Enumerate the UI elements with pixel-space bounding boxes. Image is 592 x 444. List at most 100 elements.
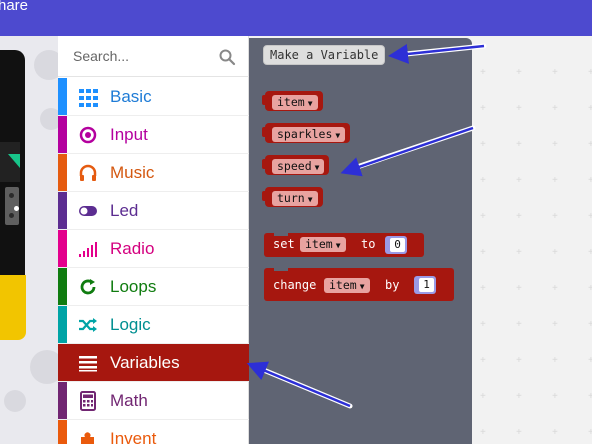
grid-plus-mark: + [552,355,558,366]
category-label: Loops [110,277,157,296]
grid-plus-mark: + [516,283,522,294]
category-list: Basic Input Music Led Radio Loops Logic Variabl… [58,78,249,444]
grid-plus-mark: + [516,427,522,438]
dropdown-arrow-icon: ▼ [314,163,320,172]
grid-plus-mark: + [480,103,486,114]
grid-plus-mark: + [552,427,558,438]
background-decoration [34,50,58,80]
category-label: Logic [110,315,151,334]
category-variables[interactable]: Variables [58,344,249,382]
grid-plus-mark: + [552,391,558,402]
search-icon[interactable] [218,48,236,66]
variable-dropdown[interactable]: sparkles ▼ [272,127,346,142]
grid-plus-mark: + [516,355,522,366]
grid-plus-mark: + [552,67,558,78]
board-led [14,206,19,211]
grid-plus-mark: + [552,103,558,114]
grid-plus-mark: + [552,247,558,258]
variable-block-turn[interactable]: turn ▼ [262,187,323,207]
search-input[interactable]: Search... [73,48,129,64]
loop-arrow-icon [78,277,98,297]
grid-plus-mark: + [588,355,592,366]
category-input[interactable]: Input [58,116,249,154]
variable-dropdown[interactable]: item ▼ [324,278,370,293]
board-logo [8,154,20,168]
circle-dot-icon [78,125,98,145]
puzzle-icon [78,429,98,444]
grid-plus-mark: + [516,211,522,222]
category-label: Invent [110,429,157,444]
grid-plus-mark: + [516,175,522,186]
category-color-bar [58,382,67,419]
category-color-bar [58,78,67,115]
make-variable-button[interactable]: Make a Variable [263,45,386,65]
category-music[interactable]: Music [58,154,249,192]
grid-plus-mark: + [480,247,486,258]
number-input[interactable]: 1 [419,278,434,292]
category-loops[interactable]: Loops [58,268,249,306]
dropdown-arrow-icon: ▼ [307,99,313,108]
category-basic[interactable]: Basic [58,78,249,116]
grid-plus-mark: + [552,139,558,150]
variable-dropdown[interactable]: speed ▼ [272,159,325,174]
top-bar: hare [0,0,592,36]
grid-plus-mark: + [588,427,592,438]
microbit-board[interactable]: ND [0,50,26,340]
variable-dropdown[interactable]: item ▼ [272,95,318,110]
variable-block-sparkles[interactable]: sparkles ▼ [262,123,351,143]
set-keyword: set [273,237,295,251]
change-variable-block[interactable]: change item ▼ by 1 [264,268,454,301]
grid-plus-mark: + [552,175,558,186]
number-input[interactable]: 0 [390,238,405,252]
grid-plus-mark: + [588,319,592,330]
calculator-icon [78,391,98,411]
headphones-icon [78,163,98,183]
simulator-panel: ND [0,36,58,444]
grid-plus-mark: + [588,175,592,186]
grid-plus-mark: + [552,319,558,330]
share-button-label[interactable]: hare [0,0,28,14]
grid-plus-mark: + [588,391,592,402]
list-lines-icon [78,353,98,373]
grid-plus-mark: + [588,283,592,294]
dropdown-arrow-icon: ▼ [335,131,341,140]
to-keyword: to [361,237,376,251]
number-input-wrap: 0 [385,236,407,254]
variable-block-speed[interactable]: speed ▼ [262,155,330,175]
grid-plus-mark: + [516,247,522,258]
grid-plus-mark: + [480,391,486,402]
dropdown-arrow-icon: ▼ [359,282,365,291]
grid-plus-mark: + [588,67,592,78]
category-color-bar [58,344,67,381]
grid-plus-mark: + [588,139,592,150]
grid-plus-mark: + [516,319,522,330]
category-radio[interactable]: Radio [58,230,249,268]
category-logic[interactable]: Logic [58,306,249,344]
by-keyword: by [385,278,400,292]
toggle-icon [78,201,98,221]
category-color-bar [58,306,67,343]
category-label: Basic [110,87,152,106]
search-box[interactable]: Search... [58,36,249,77]
grid-plus-mark: + [588,103,592,114]
category-led[interactable]: Led [58,192,249,230]
grid-icon [78,87,98,107]
workspace-canvas[interactable]: + + + + + + + + + + + + + + + + + + + + + + + + + + + + + + + + + + + + + + + +… [472,38,592,444]
grid-plus-mark: + [480,319,486,330]
grid-plus-mark: + [552,211,558,222]
category-math[interactable]: Math [58,382,249,420]
grid-plus-mark: + [588,247,592,258]
grid-plus-mark: + [516,67,522,78]
signal-bars-icon [78,239,98,259]
variable-dropdown[interactable]: item ▼ [300,237,346,252]
variable-dropdown[interactable]: turn ▼ [272,191,318,206]
variable-block-item[interactable]: item ▼ [262,91,323,111]
gnd-pin[interactable] [0,275,26,340]
grid-plus-mark: + [480,139,486,150]
grid-plus-mark: + [480,283,486,294]
category-color-bar [58,116,67,153]
shuffle-icon [78,315,98,335]
category-invent[interactable]: Invent [58,420,249,444]
set-variable-block[interactable]: set item ▼ to 0 [264,233,424,257]
category-label: Radio [110,239,155,258]
